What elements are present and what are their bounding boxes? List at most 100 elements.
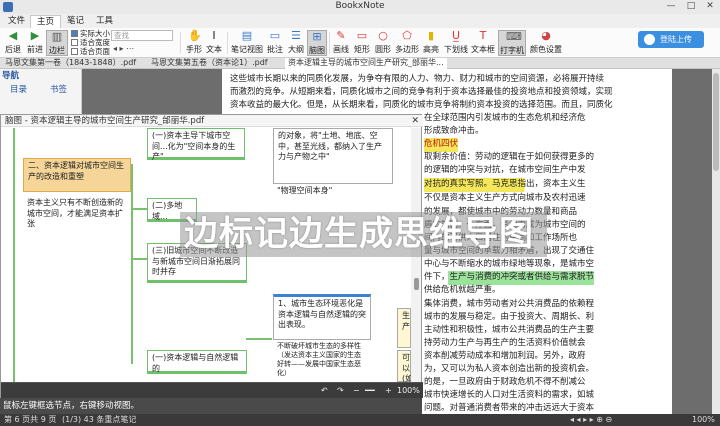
page-line: 集体消费，城市劳动者对公共消费品的依赖程	[424, 299, 595, 309]
mindmap-toolbar: ↶ ↷ − ━━ + 100%	[1, 382, 423, 398]
text-tool-button[interactable]: I 文本	[204, 30, 224, 56]
comment-button[interactable]: ▭ 批注	[265, 30, 285, 56]
undo-icon[interactable]: ↶	[321, 386, 328, 395]
mindmap-icon: ⊞	[312, 30, 322, 43]
search-nav-arrows[interactable]: ◂ ▸ ⋯	[113, 44, 134, 53]
typewriter-button[interactable]: ⌨ 打字机	[498, 30, 526, 56]
mindmap-node[interactable]: (一)资本主导下城市空间...化为"空间本身的生产"	[147, 128, 245, 161]
caption-text: 边标记边生成思维导图	[184, 214, 534, 254]
page-line: 中心与不断缩水的城市绿地等现象，是城市空	[424, 259, 595, 269]
page-line: 而激烈的竞争。从短期来看，同质化城市之间的竞争有利于资本选择最佳的投资地点和投资…	[230, 87, 613, 97]
page-line: 城市快速增长的人口对生活资料的需求，如城	[424, 390, 595, 400]
page-line: 不仅是资本主义生产方式向城市及农村迅速	[424, 193, 586, 203]
doc-tab-2[interactable]: 马恩文集第五卷（资本论1）.pdf	[148, 58, 271, 69]
circle-icon: ○	[378, 29, 388, 42]
hand-icon: ✋	[188, 29, 202, 42]
mindmap-node[interactable]: 的对象，将"土地、地底、空中，甚至光线，都纳入了生产力与产物之中"	[273, 128, 393, 184]
palette-icon: ◕	[541, 29, 551, 42]
document-tabs: 马恩文集第一卷（1843-1848）.pdf 马恩文集第五卷（资本论1）.pdf…	[0, 58, 720, 69]
mindmap-node-root[interactable]: 二、资本逻辑对城市空间生产的改造和重塑	[23, 158, 131, 192]
menu-bar: 文件 主页 笔记 工具	[0, 14, 720, 28]
page-line: 主动性和积极性，城市公共消费品的生产主要	[424, 325, 595, 335]
zoom-actual-size[interactable]: 实际大小	[71, 29, 110, 38]
back-button[interactable]: ◀ 后退	[2, 30, 24, 56]
underline-icon: U̲	[451, 29, 461, 42]
zoom-in-icon[interactable]: +	[385, 386, 392, 395]
arrow-right-icon: ▶	[30, 29, 40, 42]
mindmap-node[interactable]: "物理空间本身"	[273, 184, 393, 196]
search-input[interactable]: 查找	[111, 30, 173, 41]
page-line: 持劳动力生产与再生产的生活资料价值就会	[424, 338, 586, 348]
zoom-options: 实际大小 适合宽度 适合页面	[71, 29, 110, 56]
pen-icon: ✎	[336, 29, 346, 42]
comment-icon: ▭	[269, 29, 281, 42]
underline-tool-button[interactable]: U̲ 下划线	[443, 30, 469, 56]
textbox-icon: T	[479, 29, 487, 42]
arrow-left-icon: ◀	[8, 29, 18, 42]
page-line: 的逻辑的冲突与对抗，在城市空间生产中发	[424, 165, 586, 175]
mindmap-node[interactable]: 1、城市生态环境恶化是资本逻辑与自然逻辑的突出表现。	[273, 294, 371, 340]
mindmap-zoom-level: 100%	[397, 386, 420, 395]
outline-icon: ☰	[291, 29, 301, 42]
rect-tool-button[interactable]: ▭ 矩形	[352, 30, 372, 56]
rectangle-icon: ▭	[356, 29, 368, 42]
circle-tool-button[interactable]: ○ 圆形	[373, 30, 393, 56]
mindmap-node[interactable]: 不断破坏城市生态的多样性（发达资本主义国家的生态好转——发展中国家生态恶化）	[273, 340, 371, 377]
mindmap-node[interactable]: 资本主义只有不断创造新的城市空间，才能满足资本扩张	[23, 196, 131, 228]
typewriter-icon: ⌨	[506, 30, 522, 43]
menu-tab-file[interactable]: 文件	[2, 15, 31, 28]
page-line: 对抗的真实写照。马克思指出，资本主义生	[424, 178, 586, 192]
connector	[131, 164, 133, 364]
cloud-icon	[644, 34, 655, 45]
zoom-slider[interactable]: ━━	[365, 386, 375, 395]
app-title: BookxNote	[335, 1, 385, 11]
mindmap-node[interactable]: 可以(如)	[397, 350, 411, 382]
outline-button[interactable]: ☰ 大纲	[286, 30, 306, 56]
close-icon[interactable]: ✕	[411, 115, 419, 127]
scroll-thumb[interactable]	[713, 73, 719, 171]
zoom-out-icon[interactable]: −	[353, 386, 360, 395]
mindmap-node[interactable]: 生产	[397, 308, 411, 348]
hand-tool-button[interactable]: ✋ 手形	[184, 30, 204, 56]
mindmap-button[interactable]: ⊞ 脑图	[307, 30, 327, 56]
color-settings-button[interactable]: ◕ 颜色设置	[530, 30, 562, 56]
note-view-button[interactable]: ▤ 笔记视图	[230, 30, 264, 56]
pen-tool-button[interactable]: ✎ 画线	[331, 30, 351, 56]
login-upload-button[interactable]: 登陆上传	[638, 31, 704, 48]
zoom-fit-width[interactable]: 适合宽度	[71, 38, 110, 47]
doc-tab-3[interactable]: 资本逻辑主导的城市空间生产研究_邰丽华...	[285, 58, 447, 69]
nav-tab-toc[interactable]: 目录	[10, 83, 27, 95]
highlight-tool-button[interactable]: ▮ 高亮	[421, 30, 441, 56]
menu-tab-tools[interactable]: 工具	[90, 15, 119, 28]
page-line: 在全球范围内引发城市的生态危机和经济危	[424, 113, 586, 123]
menu-tab-home[interactable]: 主页	[30, 15, 62, 28]
doc-tab-1[interactable]: 马恩文集第一卷（1843-1848）.pdf	[2, 58, 139, 69]
textbox-tool-button[interactable]: T 文本框	[470, 30, 496, 56]
page-nav-controls[interactable]: ◂ ◂ ▸ ▸ ⊕ ⊖	[570, 414, 612, 426]
page-line: 取剩余价值：劳动的逻辑在于如何获得更多的	[424, 152, 595, 162]
zoom-fit-page[interactable]: 适合页面	[71, 47, 110, 56]
nav-tab-bookmarks[interactable]: 书签	[50, 83, 67, 95]
mindmap-node[interactable]: (一)资本逻辑与自然逻辑的	[147, 350, 247, 374]
menu-tab-notes[interactable]: 笔记	[61, 15, 90, 28]
page-line: 件下，生产与消费的冲突或者供给与需求脱节	[424, 271, 595, 285]
highlighter-icon: ▮	[427, 29, 435, 42]
connector	[246, 338, 272, 340]
divider	[180, 32, 181, 54]
ribbon-toolbar: ◀ 后退 ▶ 前进 ▥ 边栏 实际大小 适合宽度 适合页面 查找 ◂ ▸ ⋯ ✋…	[0, 28, 720, 58]
polygon-tool-button[interactable]: ⬠ 多边形	[394, 30, 420, 56]
page-line: 资本削减劳动成本和增加利润。另外，政府	[424, 351, 586, 361]
page-line: 形成致命冲击。	[424, 126, 484, 136]
nav-title: 导航	[2, 71, 20, 81]
redo-icon[interactable]: ↷	[337, 386, 344, 395]
sidebar-toggle-button[interactable]: ▥ 边栏	[46, 30, 68, 56]
maximize-button[interactable]: □	[682, 1, 700, 11]
document-scrollbar[interactable]	[712, 69, 720, 414]
sidebar-icon: ▥	[51, 30, 63, 43]
note-view-icon: ▤	[241, 29, 253, 42]
forward-button[interactable]: ▶ 前进	[24, 30, 46, 56]
title-bar: BookxNote — □ ✕	[0, 0, 720, 14]
scroll-thumb[interactable]	[414, 278, 419, 290]
close-window-button[interactable]: ✕	[701, 1, 719, 11]
minimize-button[interactable]: —	[662, 1, 680, 11]
